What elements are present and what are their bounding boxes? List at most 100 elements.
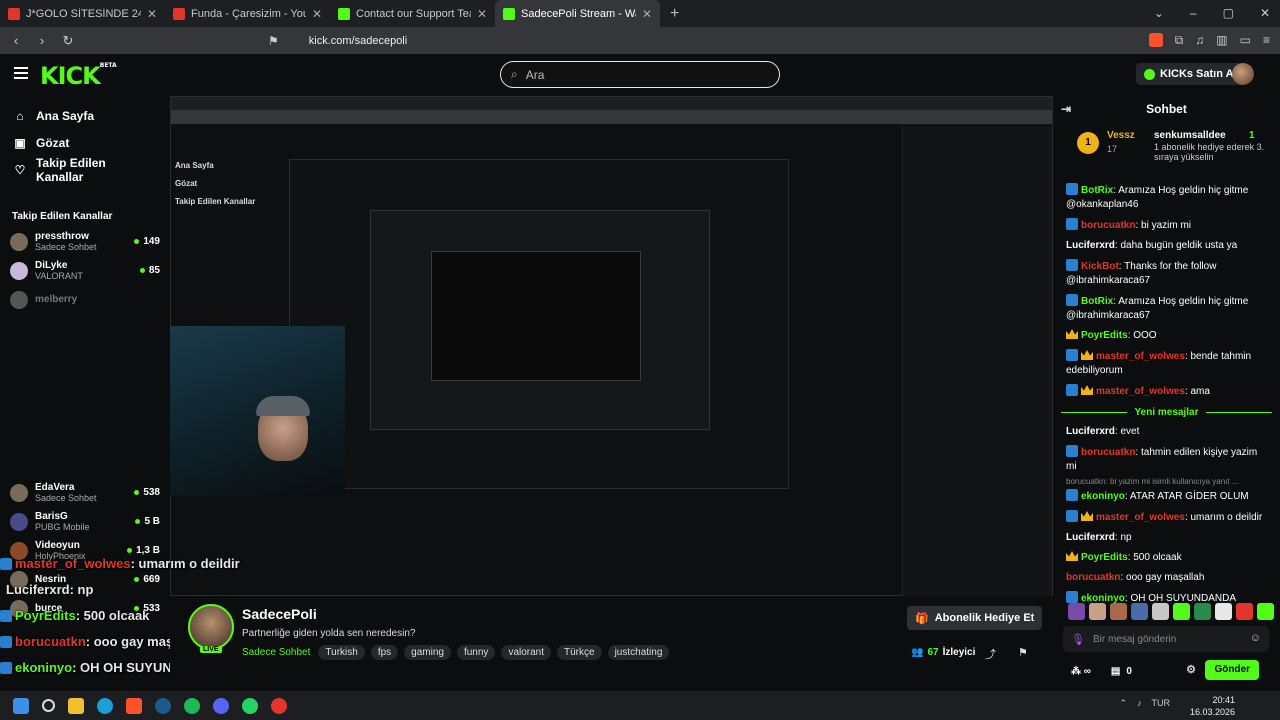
emote-icon[interactable] bbox=[1215, 603, 1232, 620]
stream-player[interactable]: Ana Sayfa Gözat Takip Edilen Kanallar bbox=[170, 96, 1053, 596]
viewer-count: 149 bbox=[134, 236, 160, 247]
tag-chip[interactable]: justchating bbox=[607, 645, 670, 660]
channel-item[interactable]: melberry bbox=[0, 285, 170, 314]
webcam-overlay bbox=[170, 326, 345, 496]
puzzle-icon[interactable]: ⧉ bbox=[1175, 33, 1184, 48]
close-tab-icon[interactable]: ✕ bbox=[477, 7, 487, 21]
user-avatar[interactable] bbox=[1232, 63, 1254, 85]
tag-chip[interactable]: valorant bbox=[501, 645, 552, 660]
verified-badge-icon bbox=[1066, 445, 1078, 457]
music-icon[interactable]: ♫ bbox=[1195, 33, 1204, 48]
close-window-icon[interactable]: ✕ bbox=[1260, 6, 1270, 20]
browser-tab-1[interactable]: J*GOLO SİTESİNDE 24 SAAT GEÇİRMEK ✕ bbox=[0, 0, 165, 27]
tag-chip[interactable]: funny bbox=[456, 645, 496, 660]
emote-icon[interactable] bbox=[1173, 603, 1190, 620]
kick-logo[interactable]: KICKBETA bbox=[40, 62, 117, 90]
tag-chip[interactable]: gaming bbox=[404, 645, 451, 660]
search-input[interactable]: ⌕ Ara bbox=[500, 61, 780, 88]
gift-box-icon[interactable]: ▤ bbox=[1111, 666, 1120, 677]
verified-badge-icon bbox=[1066, 384, 1078, 396]
send-button[interactable]: Gönder bbox=[1205, 660, 1259, 680]
url-field[interactable]: kick.com/sadecepoli bbox=[309, 35, 407, 47]
kick-favicon-icon bbox=[338, 7, 350, 20]
address-bar: ‹ › ↻ ⚑ kick.com/sadecepoli ⧉ ♫ ▥ ▭ ≡ bbox=[0, 27, 1280, 54]
back-icon[interactable]: ‹ bbox=[6, 33, 26, 48]
channel-item[interactable]: EdaVera Sadece Sohbet 538 bbox=[0, 478, 170, 507]
close-tab-icon[interactable]: ✕ bbox=[312, 7, 322, 21]
emote-icon[interactable] bbox=[1089, 603, 1106, 620]
viewer-count: 669 bbox=[134, 574, 160, 585]
reply-reference[interactable]: borucuatkn: bi yazim mi isimli kullanıcı… bbox=[1053, 477, 1280, 486]
wallet-icon[interactable]: ▭ bbox=[1240, 33, 1251, 48]
search-icon[interactable] bbox=[42, 699, 55, 712]
menu-icon[interactable]: ≡ bbox=[1263, 33, 1270, 48]
browser-tab-3[interactable]: Contact our Support Team | Kick.com ✕ bbox=[330, 0, 495, 27]
discord-icon[interactable] bbox=[213, 697, 229, 714]
chat-message-input[interactable]: 🎙 Bir mesaj gönderin ☺ bbox=[1063, 626, 1269, 652]
gift-icon: 🎁 bbox=[915, 612, 929, 625]
chevron-down-icon[interactable]: ⌄ bbox=[1154, 6, 1164, 20]
hamburger-menu-icon[interactable] bbox=[14, 67, 28, 79]
close-tab-icon[interactable]: ✕ bbox=[642, 7, 652, 21]
tag-chip[interactable]: fps bbox=[370, 645, 399, 660]
whatsapp-icon[interactable] bbox=[242, 697, 258, 714]
streamer-avatar[interactable] bbox=[188, 604, 234, 650]
left-sidebar: ⌂ Ana Sayfa ▣ Gözat ♡ Takip Edilen Kanallar… bbox=[0, 96, 170, 691]
windows-start-icon[interactable] bbox=[13, 697, 29, 714]
sidebar-icon[interactable]: ▥ bbox=[1216, 33, 1227, 48]
tag-chip[interactable]: Türkçe bbox=[557, 645, 602, 660]
emote-icon[interactable] bbox=[1236, 603, 1253, 620]
brave-icon[interactable] bbox=[126, 697, 142, 714]
streamer-name[interactable]: SadecePoli bbox=[242, 606, 317, 622]
emote-icon[interactable] bbox=[1068, 603, 1085, 620]
nav-following[interactable]: ♡ Takip Edilen Kanallar bbox=[0, 156, 170, 184]
channel-item[interactable]: pressthrow Sadece Sohbet 149 bbox=[0, 227, 170, 256]
captured-chat bbox=[902, 127, 1052, 596]
microphone-icon[interactable]: 🎙 bbox=[1071, 633, 1085, 646]
language-indicator[interactable]: TUR bbox=[1152, 698, 1171, 709]
channel-item[interactable]: BarisG PUBG Mobile 5 B bbox=[0, 507, 170, 536]
emote-icon[interactable] bbox=[1110, 603, 1127, 620]
stream-tags: Sadece Sohbet Turkish fps gaming funny v… bbox=[242, 645, 670, 660]
file-explorer-icon[interactable] bbox=[68, 697, 84, 714]
bookmark-icon[interactable]: ⚑ bbox=[268, 34, 279, 48]
emoji-icon[interactable]: ☺ bbox=[1250, 632, 1261, 644]
maximize-icon[interactable]: ▢ bbox=[1223, 6, 1234, 20]
bot-badge-icon bbox=[1066, 294, 1078, 306]
spotify-icon[interactable] bbox=[184, 697, 200, 714]
clock[interactable]: 20:41 16.03.2026 bbox=[1190, 694, 1235, 718]
share-icon[interactable]: ⤴ bbox=[985, 646, 996, 662]
nav-browse[interactable]: ▣ Gözat bbox=[0, 129, 170, 156]
minimize-icon[interactable]: – bbox=[1190, 6, 1197, 20]
nav-home[interactable]: ⌂ Ana Sayfa bbox=[0, 102, 170, 129]
volume-icon[interactable]: ♪ bbox=[1137, 698, 1142, 709]
close-tab-icon[interactable]: ✕ bbox=[147, 7, 157, 21]
buy-kicks-button[interactable]: KICKs Satın Al bbox=[1136, 63, 1245, 85]
browser-tab-2[interactable]: Funda - Çaresizim - YouTube ✕ bbox=[165, 0, 330, 27]
tag-chip[interactable]: Turkish bbox=[318, 645, 365, 660]
report-flag-icon[interactable]: ⚑ bbox=[1018, 646, 1028, 659]
collapse-chat-icon[interactable]: ⇥ bbox=[1061, 102, 1071, 116]
chat-message: Luciferxrd: daha bugün geldik usta ya bbox=[1066, 240, 1238, 251]
brave-shield-icon[interactable] bbox=[1148, 33, 1163, 47]
edge-icon[interactable] bbox=[97, 697, 113, 714]
new-tab-icon[interactable]: + bbox=[670, 5, 679, 23]
kicks-points-icon[interactable]: ⁂ ∞ bbox=[1071, 666, 1091, 677]
gear-icon[interactable]: ⚙ bbox=[1186, 663, 1196, 676]
emote-icon[interactable] bbox=[1152, 603, 1169, 620]
browser-tab-4[interactable]: SadecePoli Stream - Watch Live ✕ bbox=[495, 0, 660, 27]
steam-icon[interactable] bbox=[155, 697, 171, 714]
forward-icon[interactable]: › bbox=[32, 33, 52, 48]
overlay-chat-line: PoyrEdits: 500 olcaak bbox=[0, 608, 149, 623]
reload-icon[interactable]: ↻ bbox=[58, 33, 78, 49]
chevron-up-icon[interactable]: ⌃ bbox=[1119, 698, 1127, 709]
channel-item[interactable]: DiLyke VALORANT 85 bbox=[0, 256, 170, 285]
emote-icon[interactable] bbox=[1194, 603, 1211, 620]
chat-messages: BotRix: Aramıza Hoş geldin hiç gitme @ok… bbox=[1053, 180, 1280, 609]
app-icon[interactable] bbox=[271, 697, 287, 714]
gift-subscription-button[interactable]: 🎁 Abonelik Hediye Et bbox=[907, 606, 1043, 630]
emote-icon[interactable] bbox=[1257, 603, 1274, 620]
category-link[interactable]: Sadece Sohbet bbox=[242, 647, 310, 658]
emote-icon[interactable] bbox=[1131, 603, 1148, 620]
chat-panel: ⇥ Sohbet 1 Vessz 17 senkumsalldee 1 1 ab… bbox=[1053, 96, 1280, 691]
